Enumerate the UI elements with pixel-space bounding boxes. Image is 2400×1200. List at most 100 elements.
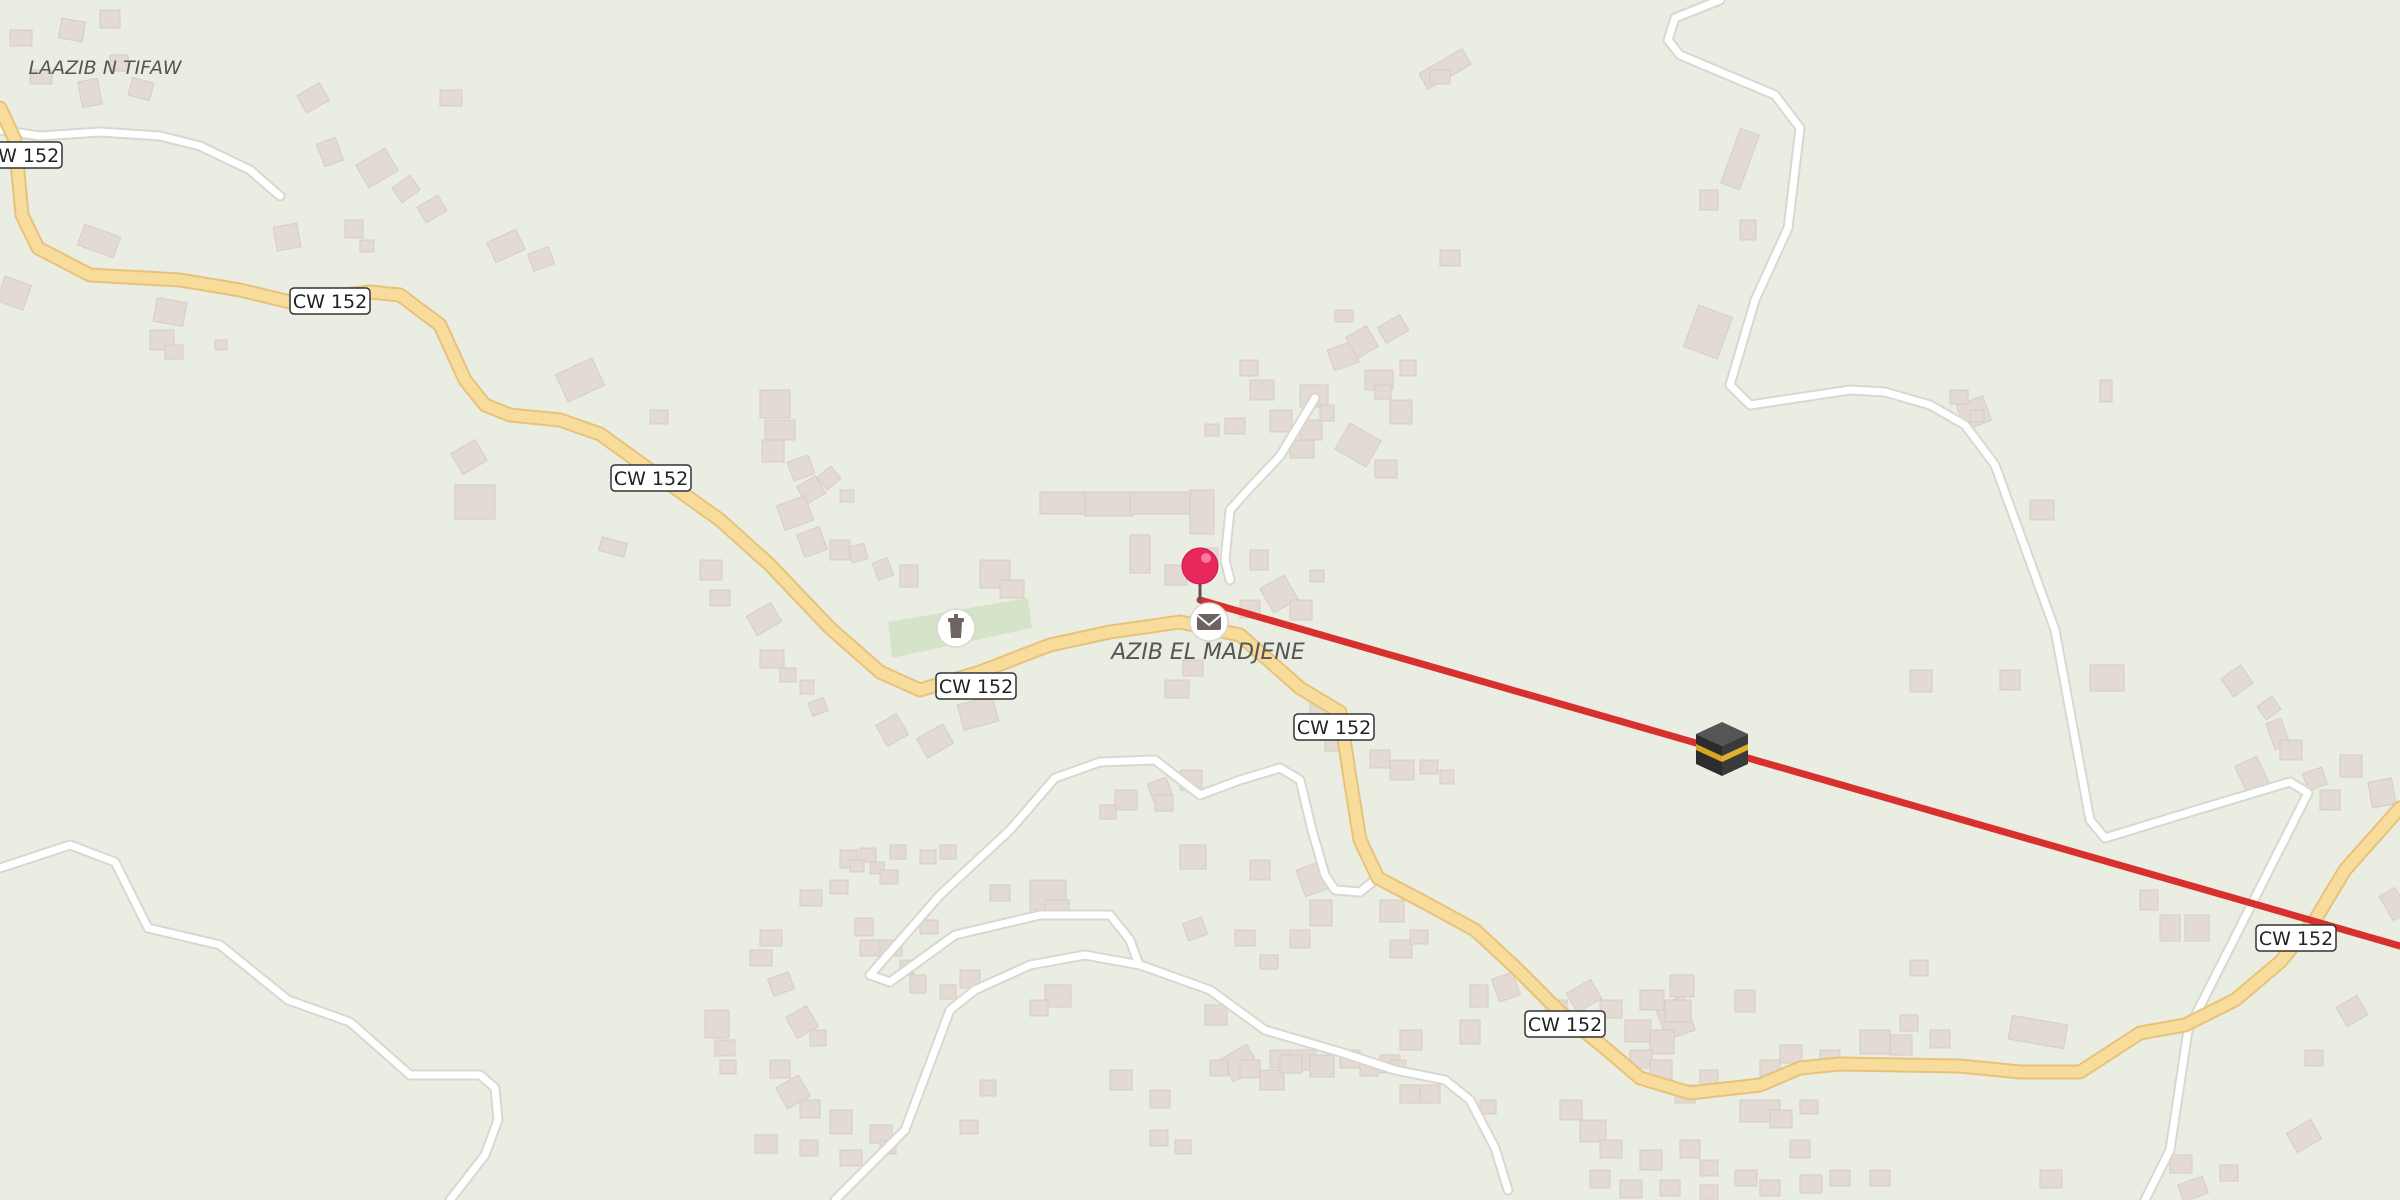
building — [1289, 929, 1311, 949]
building — [749, 949, 773, 967]
building — [1174, 1139, 1192, 1155]
building — [2039, 1169, 2063, 1189]
building — [847, 542, 869, 564]
building — [1234, 929, 1256, 947]
building — [1109, 1069, 1133, 1091]
building — [1374, 384, 1392, 400]
building — [1309, 899, 1333, 927]
building — [799, 679, 815, 695]
building — [649, 409, 669, 425]
building — [829, 879, 849, 895]
building — [979, 1079, 997, 1097]
building — [1899, 1014, 1919, 1032]
building — [1129, 534, 1151, 574]
road-shield-label: CW 152 — [2259, 928, 2333, 950]
building — [214, 339, 228, 351]
building — [359, 239, 375, 253]
building — [1279, 1054, 1303, 1074]
map-view[interactable]: CW 152 CW 152 CW 152 CW 152 CW 152 CW 152 CW 1… — [0, 0, 2400, 1200]
road-shield-label: CW 152 — [1297, 717, 1371, 739]
building — [1114, 789, 1138, 811]
building — [761, 439, 785, 463]
building — [1699, 189, 1719, 211]
building — [439, 89, 463, 107]
building — [1459, 1019, 1481, 1045]
envelope-icon[interactable] — [1189, 602, 1229, 642]
road-shield-cw152: CW 152 — [0, 141, 63, 169]
building — [77, 77, 103, 109]
building — [959, 1119, 979, 1135]
building — [1669, 974, 1695, 998]
building — [1799, 1099, 1819, 1115]
road-shield-cw152: CW 152 — [2255, 924, 2337, 952]
building — [1789, 1139, 1811, 1159]
building — [989, 884, 1011, 902]
building — [2159, 914, 2181, 942]
building — [152, 296, 188, 328]
building — [1999, 669, 2021, 691]
building — [1204, 423, 1220, 437]
building — [2339, 754, 2363, 778]
building — [1204, 1004, 1228, 1026]
building — [1429, 69, 1451, 85]
building — [2099, 379, 2113, 403]
building — [1599, 1139, 1623, 1159]
building — [1239, 1059, 1261, 1079]
building — [57, 17, 87, 43]
building — [1259, 954, 1279, 970]
building — [1249, 549, 1269, 571]
building — [859, 939, 881, 957]
map-canvas[interactable]: CW 152 CW 152 CW 152 CW 152 CW 152 CW 152 CW 1… — [0, 0, 2400, 1200]
building — [2304, 1049, 2324, 1067]
place-label-laazib-n-tifaw: LAAZIB N TIFAW — [28, 57, 182, 79]
building — [1769, 1109, 1793, 1129]
building — [759, 929, 783, 947]
building — [1679, 1139, 1701, 1159]
building — [1389, 939, 1413, 959]
building — [1039, 491, 1087, 515]
building — [1659, 1179, 1681, 1197]
building — [2089, 664, 2125, 692]
building — [1734, 1169, 1758, 1187]
building — [1379, 899, 1405, 923]
building — [1389, 399, 1413, 425]
road-shield-label: CW 152 — [293, 291, 367, 313]
building — [1044, 984, 1072, 1008]
building — [889, 844, 907, 860]
building — [719, 1059, 737, 1075]
building — [2367, 777, 2397, 809]
building — [1469, 984, 1489, 1008]
building — [899, 564, 919, 588]
building — [1399, 1084, 1421, 1104]
building — [1929, 1029, 1951, 1049]
cemetery-icon[interactable] — [936, 608, 976, 648]
building — [1624, 1019, 1652, 1043]
road-shield-label: CW 152 — [614, 468, 688, 490]
building — [759, 649, 785, 669]
building — [799, 1099, 821, 1119]
building — [1949, 389, 1969, 405]
building — [1639, 1149, 1663, 1171]
building — [1319, 404, 1335, 422]
building — [1269, 409, 1293, 433]
building — [809, 1029, 827, 1047]
building — [1149, 1089, 1171, 1109]
building — [999, 579, 1025, 599]
building — [2169, 1154, 2193, 1174]
building — [454, 484, 496, 520]
road-shield-cw152: CW 152 — [289, 287, 371, 315]
building — [1829, 1169, 1851, 1187]
building — [849, 859, 865, 873]
building — [939, 844, 957, 860]
building — [1154, 794, 1174, 812]
building — [2219, 1164, 2239, 1182]
building — [799, 889, 823, 907]
building — [779, 667, 797, 683]
building — [1439, 249, 1461, 267]
building — [1129, 491, 1191, 515]
building — [1249, 859, 1271, 881]
building — [1579, 1119, 1607, 1143]
building — [764, 419, 796, 441]
building — [1799, 1174, 1823, 1194]
building — [1309, 1054, 1335, 1078]
